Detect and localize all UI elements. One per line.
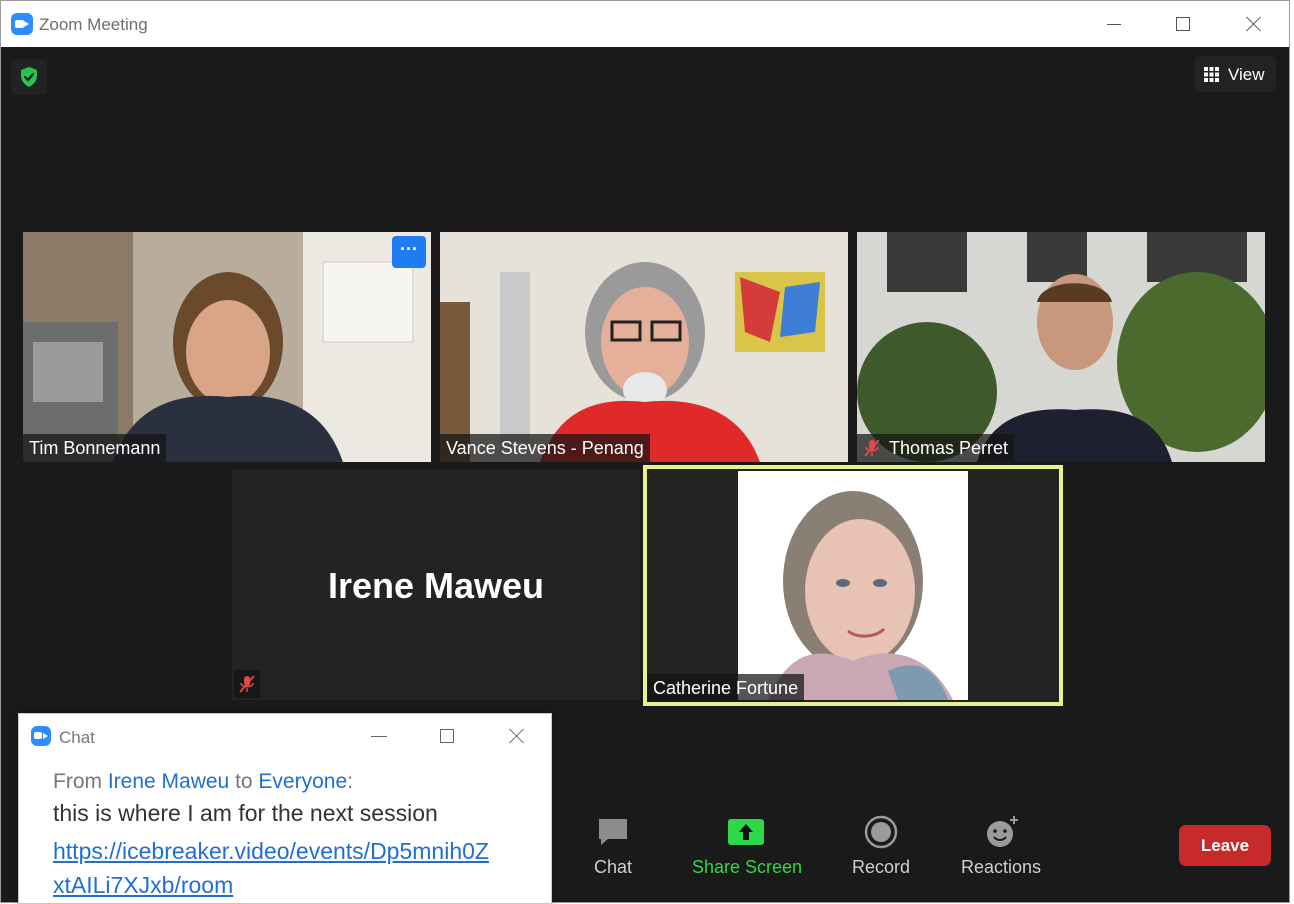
chat-button-label: Chat — [593, 857, 633, 877]
chat-bubble-icon — [599, 819, 627, 845]
record-label: Record — [851, 857, 911, 877]
reactions-button[interactable]: Reactions — [941, 813, 1061, 883]
mic-muted-icon — [864, 439, 880, 457]
recipient-name[interactable]: Everyone — [258, 770, 347, 793]
header-colon: : — [347, 770, 353, 793]
encryption-shield-button[interactable] — [11, 59, 47, 95]
chat-window: Chat From Irene Maweu to Everyone: this … — [18, 713, 552, 904]
maximize-icon — [1176, 17, 1190, 31]
video-tile-irene-maweu[interactable]: Irene Maweu — [232, 470, 640, 700]
zoom-meeting-window: Zoom Meeting View ··· Tim Bonnemann Vanc… — [0, 0, 1290, 904]
participant-name-label: Tim Bonnemann — [23, 434, 167, 462]
share-screen-button[interactable]: Share Screen — [687, 813, 807, 883]
grid-view-icon — [1204, 67, 1219, 82]
video-tile-thomas-perret[interactable]: Thomas Perret — [857, 232, 1265, 462]
chat-message-link[interactable]: https://icebreaker.video/events/Dp5mnih0… — [53, 834, 493, 902]
share-screen-label: Share Screen — [691, 857, 803, 877]
participant-name-label: Catherine Fortune — [647, 674, 805, 702]
chat-message-text: this is where I am for the next session — [53, 800, 438, 826]
view-label: View — [1228, 65, 1265, 84]
shield-check-icon — [21, 67, 37, 87]
video-tile-catherine-fortune[interactable]: Catherine Fortune — [643, 465, 1063, 706]
minimize-button[interactable] — [1097, 9, 1131, 39]
participant-photo — [738, 471, 968, 700]
sender-name[interactable]: Irene Maweu — [108, 770, 229, 793]
video-tile-vance-stevens[interactable]: Vance Stevens - Penang — [440, 232, 848, 462]
from-prefix: From — [53, 770, 108, 793]
chat-title: Chat — [59, 728, 95, 747]
title-bar: Zoom Meeting — [1, 1, 1289, 47]
record-icon — [864, 815, 898, 849]
zoom-app-icon — [11, 13, 33, 35]
participant-video — [23, 232, 431, 462]
smiley-plus-icon — [987, 816, 1018, 847]
video-tile-tim-bonnemann[interactable]: ··· Tim Bonnemann — [23, 232, 431, 462]
reactions-label: Reactions — [960, 857, 1042, 877]
participant-video — [738, 471, 968, 700]
to-word: to — [229, 770, 259, 793]
share-screen-icon — [728, 819, 764, 845]
mic-muted-icon — [239, 675, 255, 693]
participant-video — [857, 232, 1265, 462]
more-options-button[interactable]: ··· — [392, 236, 426, 268]
minimize-icon — [1107, 24, 1121, 25]
participant-name-label: Thomas Perret — [857, 434, 1015, 462]
participant-video — [440, 232, 848, 462]
participant-name-large: Irene Maweu — [327, 565, 545, 606]
view-button[interactable]: View — [1194, 56, 1276, 92]
chat-minimize-button[interactable] — [371, 736, 387, 737]
zoom-app-icon — [31, 726, 51, 746]
participant-name-label: Vance Stevens - Penang — [440, 434, 650, 462]
leave-button[interactable]: Leave — [1179, 825, 1271, 866]
chat-close-button[interactable] — [507, 726, 527, 746]
chat-maximize-button[interactable] — [440, 729, 454, 743]
window-title: Zoom Meeting — [39, 15, 148, 34]
close-button[interactable] — [1236, 9, 1270, 39]
maximize-button[interactable] — [1166, 9, 1200, 39]
window-edge — [1290, 0, 1294, 903]
participant-name: Thomas Perret — [889, 438, 1009, 458]
chat-message-header: From Irene Maweu to Everyone: — [53, 770, 353, 794]
chat-button[interactable]: Chat — [553, 813, 673, 883]
close-icon — [1244, 14, 1264, 34]
record-button[interactable]: Record — [821, 813, 941, 883]
mic-status — [234, 670, 260, 698]
